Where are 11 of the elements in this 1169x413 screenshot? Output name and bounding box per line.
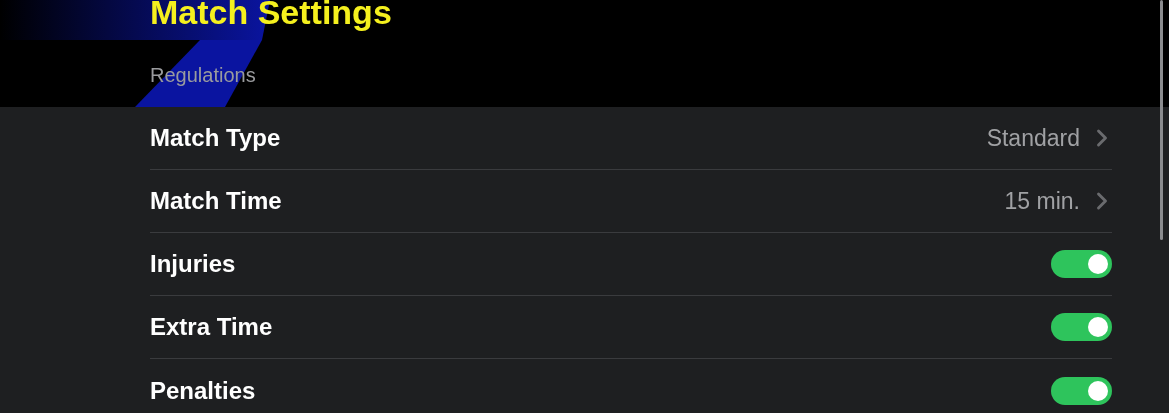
- toggle-switch[interactable]: [1051, 313, 1112, 341]
- setting-value[interactable]: Standard: [986, 120, 1080, 156]
- setting-value[interactable]: 15 min.: [1004, 183, 1080, 219]
- setting-label: Extra Time: [150, 312, 273, 342]
- setting-label: Match Time: [150, 186, 282, 216]
- setting-label: Injuries: [150, 249, 236, 279]
- scrollbar[interactable]: [1160, 0, 1163, 240]
- toggle-switch[interactable]: [1051, 250, 1112, 278]
- setting-label: Match Type: [150, 123, 281, 153]
- setting-label: Penalties: [150, 375, 256, 406]
- toggle-switch[interactable]: [1051, 376, 1112, 405]
